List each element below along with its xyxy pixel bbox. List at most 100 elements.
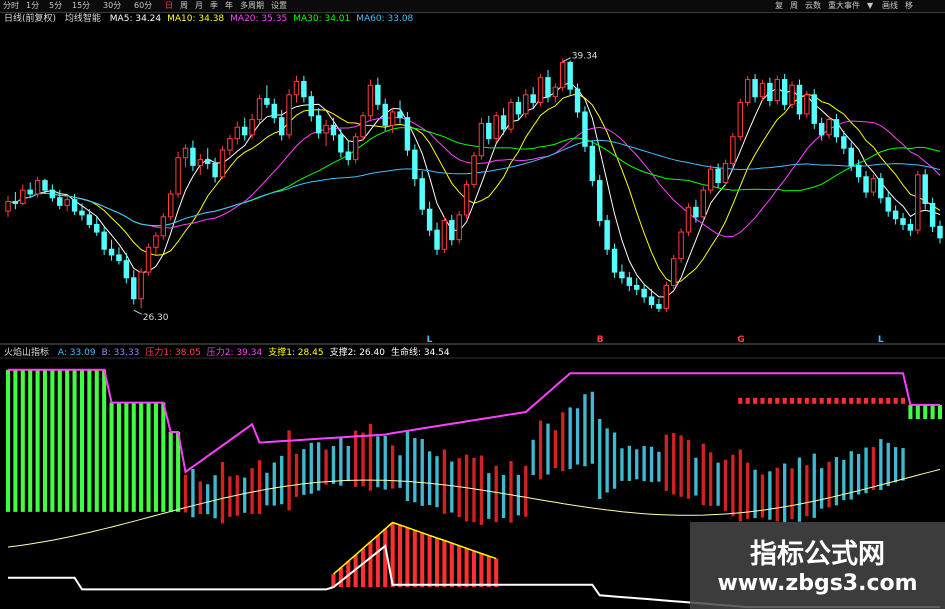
candle-body: [648, 296, 655, 305]
candle-body: [722, 162, 729, 183]
candle-body: [153, 235, 159, 248]
candle-body: [796, 84, 803, 115]
candle-body: [560, 61, 566, 88]
price-annotation-1: 26.30: [143, 313, 169, 323]
candle-body: [12, 201, 19, 204]
candle-body: [168, 193, 174, 218]
candle-body: [589, 145, 596, 182]
candle-body: [826, 119, 832, 136]
candle-body: [375, 84, 381, 105]
candle-body: [182, 147, 189, 159]
candle-body: [338, 134, 344, 153]
candle-body: [500, 115, 507, 130]
candle-body: [64, 199, 70, 206]
candle-body: [878, 178, 884, 199]
candle-body: [611, 248, 618, 273]
candle-body: [537, 77, 544, 103]
candle-body: [286, 94, 292, 136]
candle-body: [42, 180, 48, 191]
candle-body: [833, 119, 840, 138]
candle-body: [752, 79, 758, 98]
candle-body: [545, 77, 551, 98]
candle-body: [116, 254, 122, 262]
signal-marker-2: G: [737, 335, 744, 345]
candle-body: [530, 94, 536, 103]
candle-body: [34, 180, 41, 195]
candle-body: [515, 101, 522, 115]
candle-body: [730, 136, 736, 164]
signal-marker-1: B: [597, 335, 604, 345]
candle-body: [508, 101, 514, 130]
candle-body: [219, 149, 226, 178]
candle-body: [241, 126, 248, 136]
candle-body: [264, 98, 270, 105]
candle-body: [841, 136, 847, 149]
candle-body: [123, 260, 130, 279]
stock-chart: 39.34 26.30 L B G L: [0, 52, 945, 609]
candle-body: [301, 80, 307, 98]
candle-body: [27, 189, 33, 195]
candle-body: [138, 271, 144, 300]
candle-body: [382, 103, 388, 126]
price-annotation-0: 39.34: [572, 52, 598, 62]
candle-body: [937, 225, 943, 239]
signal-marker-3: L: [878, 335, 884, 345]
candle-body: [670, 258, 677, 286]
candle-body: [404, 117, 411, 151]
candle-body: [323, 124, 329, 134]
candle-body: [885, 197, 891, 212]
candle-body: [456, 214, 462, 241]
candle-body: [781, 79, 788, 105]
candle-body: [848, 147, 854, 166]
candle-body: [412, 149, 418, 180]
candle-body: [190, 147, 196, 166]
candle-body: [907, 223, 914, 231]
candle-body: [131, 277, 137, 300]
candle-body: [789, 84, 795, 105]
candle-body: [389, 111, 396, 126]
candle-body: [5, 201, 11, 212]
candle-body: [774, 79, 780, 102]
candle-body: [79, 210, 85, 216]
candle-body: [367, 84, 374, 117]
candle-body: [94, 223, 100, 233]
candle-body: [145, 246, 152, 273]
candle-body: [234, 126, 241, 140]
candle-body: [426, 208, 433, 231]
candle-body: [478, 122, 485, 157]
candle-body: [915, 174, 921, 231]
candle-body: [486, 122, 492, 140]
watermark-title: 指标公式网: [750, 539, 885, 570]
candle-body: [352, 136, 359, 161]
candle-body: [108, 248, 115, 256]
candle-body: [582, 111, 588, 147]
candle-body: [700, 189, 707, 218]
price-annotation-leader: [133, 309, 142, 315]
candle-body: [892, 210, 899, 220]
candle-body: [663, 284, 670, 309]
candle-body: [634, 284, 640, 290]
candle-body: [197, 159, 204, 166]
candle-body: [49, 189, 56, 199]
candle-body: [597, 180, 603, 222]
candle-body: [685, 206, 692, 233]
candle-body: [271, 103, 278, 119]
candle-body: [715, 168, 721, 183]
candle-body: [419, 178, 425, 210]
candle-body: [345, 151, 351, 161]
candle-body: [175, 157, 181, 195]
candle-body: [204, 159, 211, 164]
candle-body: [330, 124, 337, 136]
candle-body: [493, 115, 499, 140]
candle-body: [737, 101, 744, 138]
candle-body: [818, 122, 825, 136]
candle-body: [811, 94, 817, 124]
candle-body: [744, 79, 751, 103]
candle-body: [101, 231, 107, 250]
candle-body: [804, 94, 810, 115]
candle-body: [397, 111, 403, 119]
candle-body: [656, 304, 662, 309]
candle-body: [360, 115, 366, 138]
main-panel-frame: [0, 343, 945, 359]
candle-body: [870, 178, 877, 193]
